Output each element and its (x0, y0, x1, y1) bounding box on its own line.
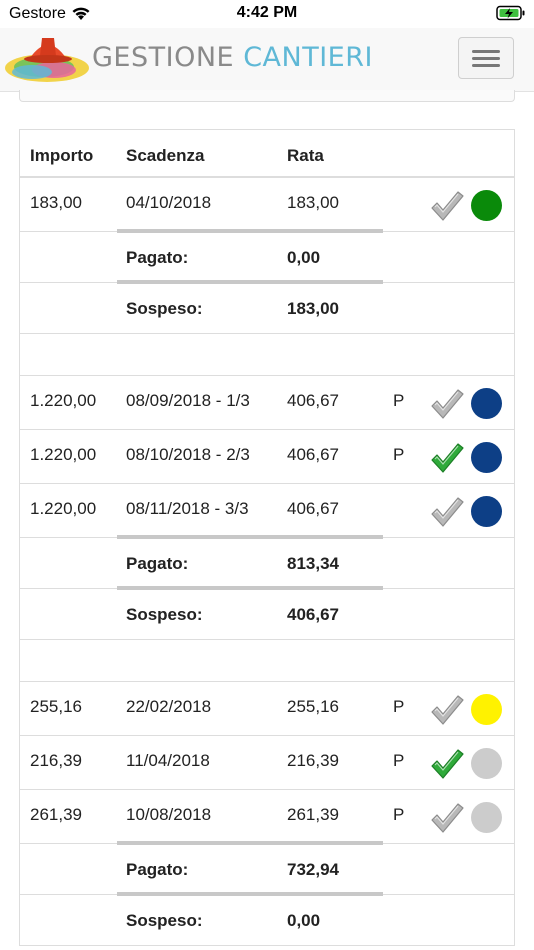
cell-importo: 1.220,00 (30, 445, 97, 464)
status-dot-icon (471, 748, 502, 779)
cell-importo: 261,39 (30, 805, 82, 824)
navbar: GESTIONE CANTIERI (0, 28, 534, 92)
cell-rata: 406,67 (287, 445, 339, 464)
table-row[interactable]: 1.220,00 08/11/2018 - 3/3 406,67 (20, 484, 514, 538)
sospeso-row: Sospeso: 0,00 (20, 892, 514, 946)
menu-bar-icon (472, 50, 500, 53)
pagato-value: 732,94 (287, 860, 339, 879)
cell-importo: 1.220,00 (30, 499, 97, 518)
sospeso-row: Sospeso: 183,00 (20, 280, 514, 334)
group-spacer (20, 334, 514, 376)
cell-importo: 216,39 (30, 751, 82, 770)
checkmark-icon[interactable] (429, 801, 465, 835)
clock: 4:42 PM (236, 4, 298, 21)
pagato-label: Pagato: (126, 860, 189, 879)
cell-rata: 261,39 (287, 805, 339, 824)
sospeso-row: Sospeso: 406,67 (20, 586, 514, 640)
cell-scadenza: 22/02/2018 (126, 697, 212, 716)
table-row[interactable]: 183,00 04/10/2018 183,00 (20, 178, 514, 232)
pagato-row: Pagato: 0,00 (20, 229, 514, 283)
checkmark-icon[interactable] (429, 495, 465, 529)
pagato-row: Pagato: 813,34 (20, 535, 514, 589)
table-row[interactable]: 1.220,00 08/09/2018 - 1/3 406,67 P (20, 376, 514, 430)
sospeso-label: Sospeso: (126, 299, 203, 318)
payments-table: Importo Scadenza Rata 183,00 04/10/2018 18… (19, 129, 515, 946)
table-header: Importo Scadenza Rata (20, 130, 514, 178)
checkmark-icon[interactable] (429, 693, 465, 727)
status-dot-icon (471, 442, 502, 473)
pagato-value: 813,34 (287, 554, 339, 573)
cell-rata: 406,67 (287, 391, 339, 410)
checkmark-paid-icon[interactable] (429, 747, 465, 781)
cell-scadenza: 10/08/2018 (126, 805, 212, 824)
cell-scadenza: 08/11/2018 - 3/3 (126, 499, 249, 518)
table-row[interactable]: 216,39 11/04/2018 216,39 P (20, 736, 514, 790)
table-row[interactable]: 261,39 10/08/2018 261,39 P (20, 790, 514, 844)
pagato-value: 0,00 (287, 248, 321, 267)
cell-payment-type: P (393, 805, 405, 824)
battery-charging-icon (496, 5, 526, 26)
hardhat-logo-icon[interactable] (2, 30, 92, 95)
status-dot-icon (471, 190, 502, 221)
cell-scadenza: 08/10/2018 - 2/3 (126, 445, 250, 464)
menu-bar-icon (472, 64, 500, 67)
header-rata: Rata (287, 146, 324, 165)
cell-payment-type: P (393, 445, 405, 464)
cell-importo: 255,16 (30, 697, 82, 716)
status-dot-icon (471, 388, 502, 419)
status-dot-icon (471, 802, 502, 833)
status-bar: Gestore 4:42 PM (0, 0, 534, 28)
cell-payment-type: P (393, 697, 405, 716)
cell-scadenza: 11/04/2018 (126, 751, 210, 770)
checkmark-icon[interactable] (429, 189, 465, 223)
panel-bottom-edge (19, 90, 515, 102)
cell-payment-type: P (393, 751, 405, 770)
cell-payment-type: P (393, 391, 405, 410)
cell-importo: 183,00 (30, 193, 82, 212)
sospeso-label: Sospeso: (126, 605, 203, 624)
table-row[interactable]: 255,16 22/02/2018 255,16 P (20, 682, 514, 736)
header-importo: Importo (30, 146, 94, 165)
cell-scadenza: 08/09/2018 - 1/3 (126, 391, 250, 410)
pagato-row: Pagato: 732,94 (20, 841, 514, 895)
cell-rata: 216,39 (287, 751, 339, 770)
sospeso-value: 406,67 (287, 605, 339, 624)
header-scadenza: Scadenza (126, 146, 205, 165)
pagato-label: Pagato: (126, 554, 189, 573)
menu-bar-icon (472, 57, 500, 60)
hamburger-menu-button[interactable] (458, 37, 514, 79)
brand-title[interactable]: GESTIONE CANTIERI (92, 42, 373, 73)
status-dot-icon (471, 694, 502, 725)
sospeso-label: Sospeso: (126, 911, 203, 930)
cell-rata: 255,16 (287, 697, 339, 716)
pagato-label: Pagato: (126, 248, 189, 267)
sospeso-value: 183,00 (287, 299, 339, 318)
checkmark-icon[interactable] (429, 387, 465, 421)
sospeso-value: 0,00 (287, 911, 321, 930)
cell-rata: 406,67 (287, 499, 339, 518)
cell-importo: 1.220,00 (30, 391, 97, 410)
group-spacer (20, 640, 514, 682)
status-dot-icon (471, 496, 502, 527)
checkmark-paid-icon[interactable] (429, 441, 465, 475)
table-row[interactable]: 1.220,00 08/10/2018 - 2/3 406,67 P (20, 430, 514, 484)
cell-rata: 183,00 (287, 193, 339, 212)
brand-part2: CANTIERI (243, 42, 373, 73)
brand-part1: GESTIONE (92, 42, 235, 73)
cell-scadenza: 04/10/2018 (126, 193, 212, 212)
